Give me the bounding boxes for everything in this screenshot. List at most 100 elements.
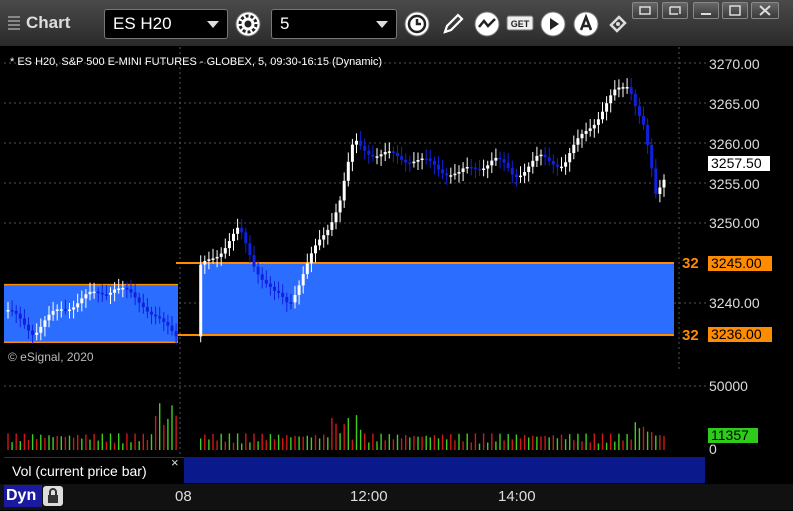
chart-style-button[interactable] <box>472 9 502 39</box>
play-button[interactable] <box>538 9 568 39</box>
interval-value: 5 <box>280 14 290 33</box>
price-candle <box>133 292 137 298</box>
window-title-label: Chart <box>26 13 71 32</box>
price-candle <box>59 309 63 311</box>
price-candle <box>145 307 149 312</box>
symbol-value: ES H20 <box>113 14 172 33</box>
price-candle <box>412 161 416 164</box>
price-candle <box>355 140 358 145</box>
price-candle <box>363 145 367 151</box>
price-candle <box>260 274 264 280</box>
price-tick: 3240.00 <box>709 295 760 311</box>
price-candle <box>642 115 645 125</box>
price-candle <box>293 294 297 303</box>
price-candle <box>494 157 498 161</box>
price-candle <box>314 245 317 254</box>
price-candle <box>232 233 235 242</box>
price-candle <box>301 274 305 286</box>
settings-button[interactable] <box>233 9 263 39</box>
price-candle <box>109 292 112 295</box>
price-candle <box>383 152 387 155</box>
price-candle <box>519 175 522 178</box>
price-candle <box>469 166 473 169</box>
price-candle <box>568 153 572 163</box>
price-candle <box>510 167 514 175</box>
price-candle <box>252 255 256 267</box>
price-candle <box>113 289 117 293</box>
price-candle <box>428 158 432 161</box>
price-candle <box>248 243 252 256</box>
price-candle <box>72 307 76 310</box>
get-button[interactable]: GET <box>505 9 535 39</box>
price-candle <box>88 291 92 295</box>
price-candle <box>535 155 539 161</box>
price-chart[interactable] <box>4 47 706 369</box>
price-candle <box>14 310 18 314</box>
lower-level-count: 32 <box>682 327 699 344</box>
price-candle <box>564 162 568 167</box>
price-candle <box>166 321 170 326</box>
price-candle <box>273 286 276 291</box>
symbol-dropdown[interactable]: ES H20 <box>104 9 228 39</box>
interval-dropdown[interactable]: 5 <box>271 9 397 39</box>
price-candle <box>396 152 399 157</box>
price-candle <box>162 318 166 322</box>
link-button[interactable] <box>632 2 658 19</box>
price-candle <box>170 325 174 331</box>
pin-button[interactable] <box>603 9 633 39</box>
price-candle <box>236 227 240 234</box>
price-candle <box>478 168 481 171</box>
price-candle <box>506 162 510 168</box>
minimize-button[interactable] <box>693 2 719 19</box>
maximize-button[interactable] <box>722 2 748 19</box>
price-candle <box>601 111 604 120</box>
time-button[interactable] <box>402 9 432 39</box>
price-candle <box>96 291 100 294</box>
time-label: 12:00 <box>350 488 388 505</box>
price-candle <box>309 253 313 264</box>
price-candle <box>10 310 14 312</box>
price-candle <box>637 105 641 116</box>
price-candle <box>445 173 449 176</box>
price-candle <box>449 175 453 177</box>
draw-button[interactable] <box>438 9 468 39</box>
pencil-icon <box>443 13 464 34</box>
volume-tick: 0 <box>709 441 717 457</box>
drag-grip-icon[interactable] <box>8 16 20 30</box>
volume-tick: 50000 <box>709 378 748 394</box>
price-candle <box>465 166 469 169</box>
close-study-icon[interactable]: × <box>171 455 179 470</box>
close-window-button[interactable] <box>751 2 779 19</box>
clock-icon <box>404 11 430 37</box>
price-candle <box>39 326 43 333</box>
price-candle <box>346 161 350 181</box>
restore-button[interactable] <box>662 2 688 19</box>
price-candle <box>338 200 342 213</box>
price-candle <box>387 151 391 153</box>
lock-button[interactable] <box>43 486 63 506</box>
study-label[interactable]: Vol (current price bar) <box>4 457 184 483</box>
price-candle <box>150 311 153 315</box>
dynamic-mode-button[interactable]: Dyn <box>4 485 42 507</box>
price-tick: 3250.00 <box>709 215 760 231</box>
link-icon <box>639 6 651 15</box>
price-candle <box>55 309 59 312</box>
price-candle <box>576 138 580 145</box>
price-candle <box>92 291 96 294</box>
window-title[interactable]: Chart <box>8 13 70 33</box>
alert-button[interactable] <box>571 9 601 39</box>
price-candle <box>264 279 268 284</box>
price-candle <box>654 168 658 194</box>
price-candle <box>51 311 55 315</box>
price-candle <box>588 128 592 132</box>
time-axis[interactable] <box>0 484 793 510</box>
price-candle <box>527 166 531 173</box>
price-candle <box>305 263 309 275</box>
price-candle <box>371 154 375 157</box>
price-candle <box>514 174 518 178</box>
last-price-marker: 3257.50 <box>708 156 770 171</box>
price-candle <box>297 285 301 295</box>
price-candle <box>121 287 125 290</box>
price-candle <box>18 313 22 319</box>
volume-chart[interactable] <box>4 372 706 455</box>
